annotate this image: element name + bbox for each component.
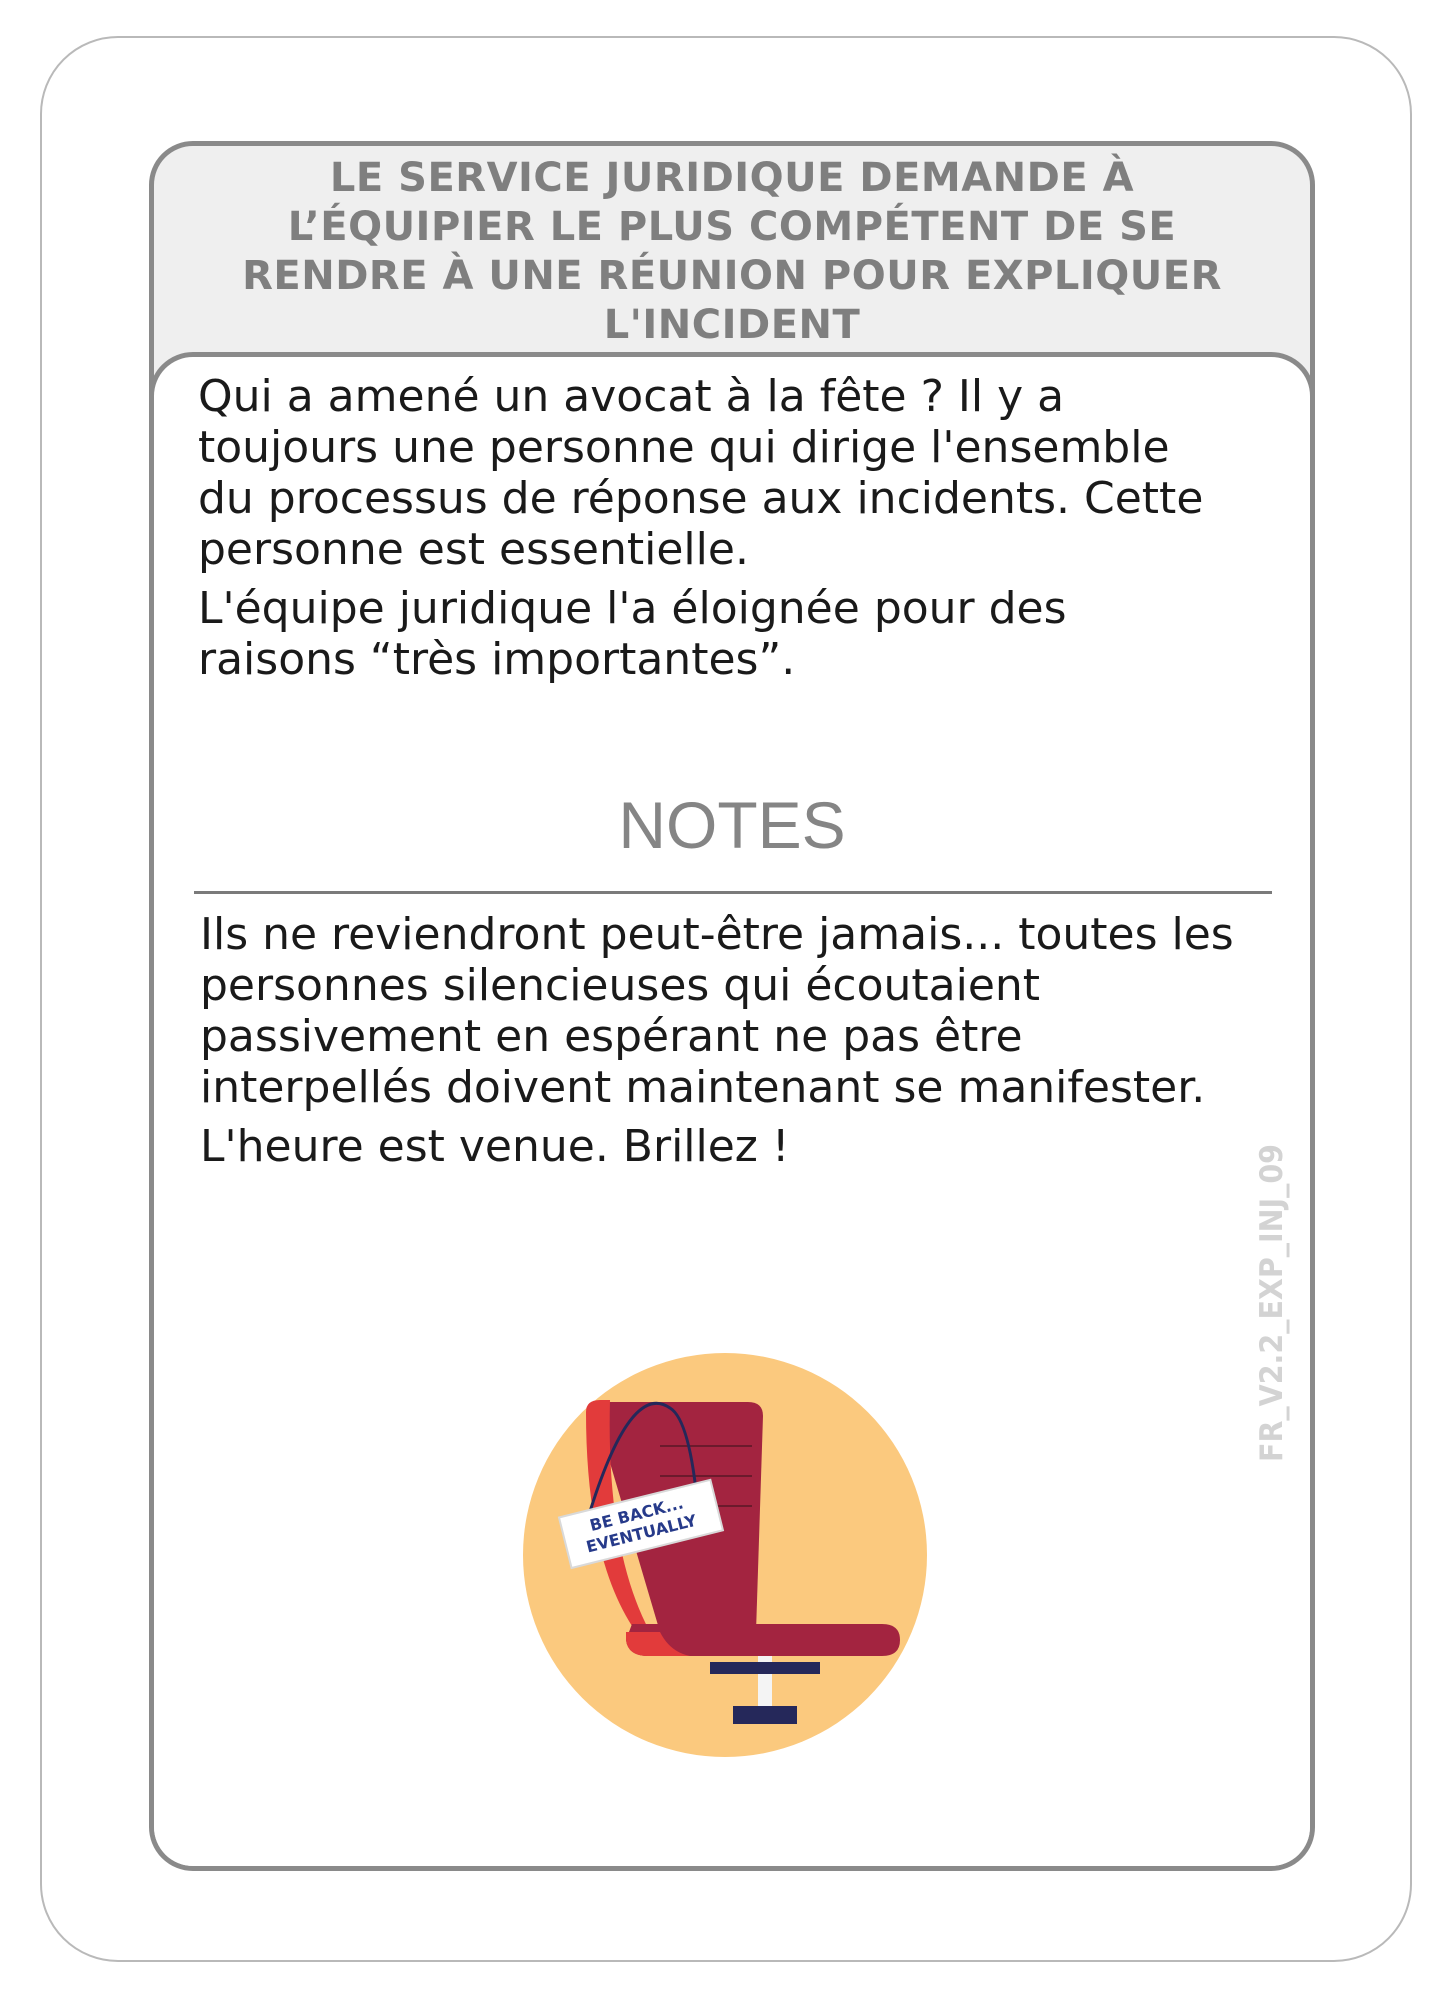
card-title-line: RENDRE À UNE RÉUNION POUR EXPLIQUER bbox=[242, 253, 1222, 299]
notes-line: personnes silencieuses qui écoutaient bbox=[200, 960, 1041, 1011]
card-title-line: L'INCIDENT bbox=[603, 302, 861, 348]
scenario-line: raisons “très importantes”. bbox=[198, 634, 796, 685]
card-code-text: FR_V2.2_EXP_INJ_09 bbox=[1254, 1144, 1290, 1462]
notes-line: passivement en espérant ne pas être bbox=[200, 1011, 1023, 1062]
notes-line: L'heure est venue. Brillez ! bbox=[200, 1121, 790, 1172]
scenario-paragraph: L'équipe juridique l'a éloignée pour des… bbox=[198, 583, 1258, 685]
notes-paragraph: Ils ne reviendront peut-être jamais... t… bbox=[200, 909, 1280, 1113]
card-title: LE SERVICE JURIDIQUE DEMANDE À L’ÉQUIPIE… bbox=[154, 154, 1310, 350]
scenario-line: L'équipe juridique l'a éloignée pour des bbox=[198, 583, 1067, 634]
scenario-line: du processus de réponse aux incidents. C… bbox=[198, 473, 1204, 524]
scenario-line: Qui a amené un avocat à la fête ? Il y a bbox=[198, 371, 1065, 422]
card-code-label: FR_V2.2_EXP_INJ_09 bbox=[1242, 1140, 1302, 1470]
notes-line: interpellés doivent maintenant se manife… bbox=[200, 1062, 1206, 1113]
empty-chair-illustration: BE BACK... EVENTUALLY bbox=[520, 1350, 930, 1760]
notes-heading: NOTES bbox=[618, 788, 846, 862]
card-title-line: LE SERVICE JURIDIQUE DEMANDE À bbox=[329, 155, 1135, 201]
notes-paragraph: L'heure est venue. Brillez ! bbox=[200, 1121, 1280, 1172]
chair-mount bbox=[710, 1662, 820, 1674]
chair-base bbox=[733, 1706, 797, 1724]
notes-line: Ils ne reviendront peut-être jamais... t… bbox=[200, 909, 1234, 960]
notes-divider bbox=[194, 891, 1272, 894]
scenario-text: Qui a amené un avocat à la fête ? Il y a… bbox=[198, 371, 1258, 693]
scenario-line: toujours une personne qui dirige l'ensem… bbox=[198, 422, 1170, 473]
scenario-line: personne est essentielle. bbox=[198, 524, 749, 575]
office-chair-icon: BE BACK... EVENTUALLY bbox=[523, 1353, 927, 1757]
card-title-line: L’ÉQUIPIER LE PLUS COMPÉTENT DE SE bbox=[287, 204, 1177, 250]
scenario-paragraph: Qui a amené un avocat à la fête ? Il y a… bbox=[198, 371, 1258, 575]
notes-text: Ils ne reviendront peut-être jamais... t… bbox=[200, 909, 1280, 1180]
